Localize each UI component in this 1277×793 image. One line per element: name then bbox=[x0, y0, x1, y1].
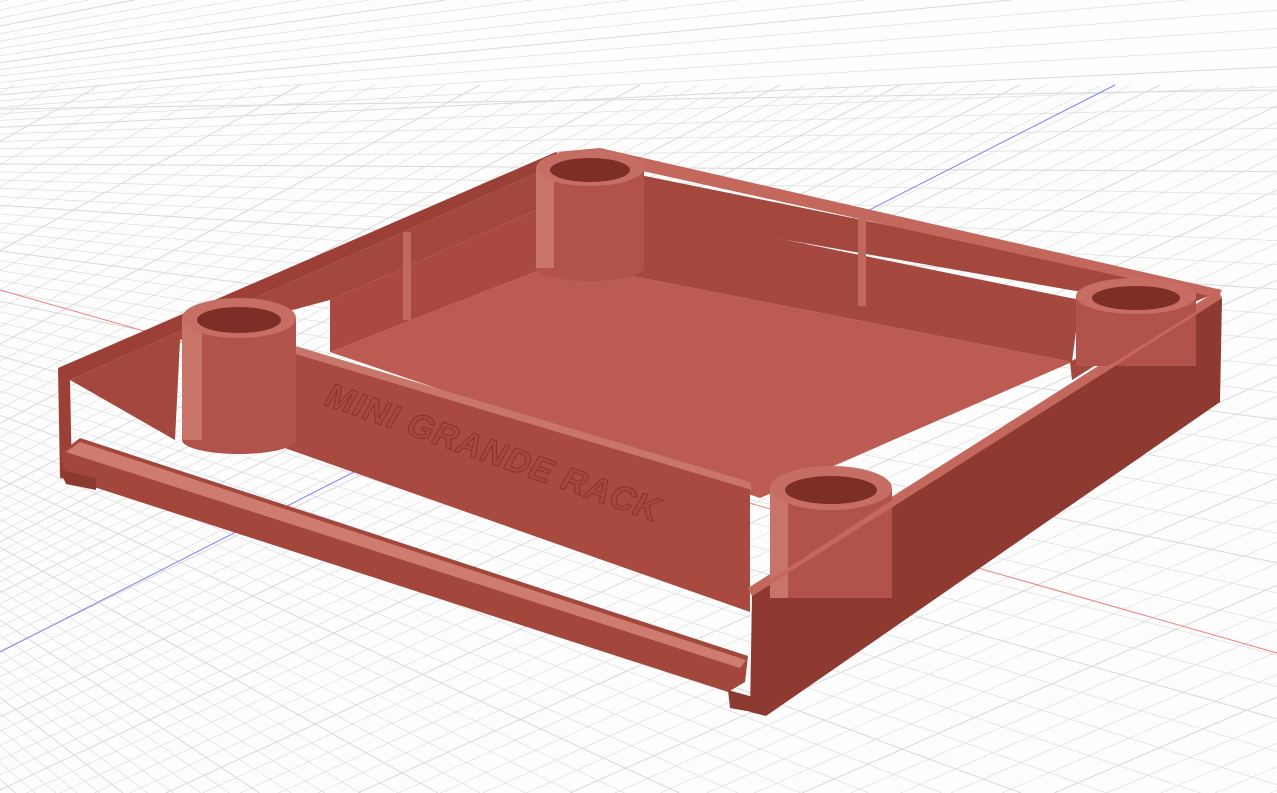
grid-line bbox=[0, 0, 629, 77]
grid-line bbox=[0, 575, 361, 793]
grid-line bbox=[0, 561, 399, 793]
3d-viewport[interactable]: MINI GRANDE RACK bbox=[0, 0, 1277, 793]
grid-line bbox=[0, 0, 89, 19]
grid-line bbox=[0, 0, 185, 34]
grid-line bbox=[0, 28, 1277, 115]
grid-line bbox=[0, 84, 223, 210]
grid-line bbox=[0, 0, 241, 42]
grid-line bbox=[0, 0, 8, 3]
grid-line bbox=[1002, 674, 1277, 793]
scene: MINI GRANDE RACK bbox=[0, 0, 1277, 793]
grid-line bbox=[0, 0, 1012, 96]
grid-line bbox=[0, 729, 78, 793]
grid-line bbox=[0, 0, 447, 64]
rib bbox=[858, 214, 866, 306]
grid-line bbox=[0, 127, 1277, 150]
grid-line bbox=[1160, 743, 1277, 793]
grid-line bbox=[0, 84, 15, 94]
grid-line bbox=[0, 47, 1277, 121]
grid-line bbox=[1214, 766, 1277, 793]
grid-line bbox=[0, 619, 260, 793]
grid-line bbox=[0, 0, 739, 83]
post-front-left bbox=[182, 298, 296, 454]
grid-line bbox=[0, 84, 142, 165]
grid-line bbox=[0, 86, 1277, 135]
grid-line bbox=[0, 84, 58, 118]
post-back bbox=[536, 150, 644, 281]
rib bbox=[403, 232, 411, 320]
grid-line bbox=[0, 681, 148, 793]
grid-line bbox=[0, 665, 174, 793]
grid-line bbox=[0, 0, 47, 11]
post-front-right bbox=[770, 466, 892, 598]
grid-line bbox=[0, 0, 1188, 102]
rack-model[interactable]: MINI GRANDE RACK bbox=[58, 148, 1222, 716]
post-back-right bbox=[1076, 278, 1196, 366]
grid-line bbox=[1106, 719, 1277, 793]
grid-line bbox=[0, 66, 1277, 128]
